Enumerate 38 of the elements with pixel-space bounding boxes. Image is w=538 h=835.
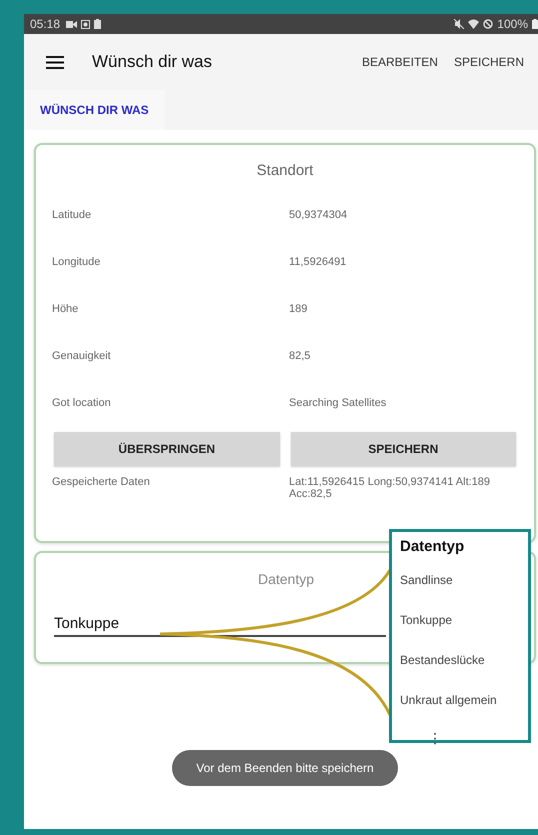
- battery-icon: [532, 19, 538, 29]
- blocked-icon: [483, 19, 494, 29]
- callout-title: Datentyp: [400, 537, 466, 557]
- card-title: Datentyp: [258, 570, 314, 587]
- battery-level: 100%: [497, 17, 528, 31]
- field-label: Gespeicherte Daten: [52, 476, 151, 488]
- toast-message: Vor dem Beenden bitte speichern: [172, 750, 398, 786]
- app-title: Wünsch dir was: [92, 52, 212, 72]
- card-title: Standort: [256, 161, 314, 181]
- toolbar-action[interactable]: BEARBEITEN: [356, 51, 444, 73]
- field-value: 82,5: [289, 350, 312, 362]
- status-time: 05:18: [30, 17, 60, 31]
- more-indicator: ⋮: [428, 731, 442, 745]
- battery-icon: [94, 19, 102, 29]
- field-label: Genauigkeit: [52, 350, 112, 362]
- option-item: Bestandeslücke: [400, 652, 486, 669]
- field-label: Höhe: [52, 302, 80, 314]
- tab[interactable]: WÜNSCH DIR WAS: [24, 90, 165, 130]
- field-value: Lat:11,5926415 Long:50,9374141 Alt:189 Acc:82,5: [289, 476, 492, 500]
- field-label: Latitude: [52, 208, 92, 220]
- option-item: Tonkuppe: [400, 612, 454, 629]
- menu-icon[interactable]: [46, 56, 64, 68]
- field-value: Searching Satellites: [289, 396, 388, 408]
- wifi-icon: [468, 19, 480, 29]
- image-icon: [81, 20, 90, 28]
- action-button[interactable]: SPEICHERN: [290, 432, 516, 466]
- action-button[interactable]: ÜBERSPRINGEN: [54, 432, 280, 466]
- field-value: 50,9374304: [289, 208, 348, 220]
- option-item: Unkraut allgemein: [400, 692, 498, 709]
- field-value: 11,5926491: [289, 256, 348, 268]
- mute-icon: [454, 19, 464, 29]
- toolbar-action[interactable]: SPEICHERN: [448, 51, 530, 73]
- field-value: 189: [289, 302, 308, 314]
- dropdown-field[interactable]: Tonkuppe: [54, 615, 386, 637]
- option-item: Sandlinse: [400, 572, 454, 589]
- field-label: Got location: [52, 396, 112, 408]
- field-label: Longitude: [52, 256, 102, 268]
- video-camera-icon: [66, 20, 78, 28]
